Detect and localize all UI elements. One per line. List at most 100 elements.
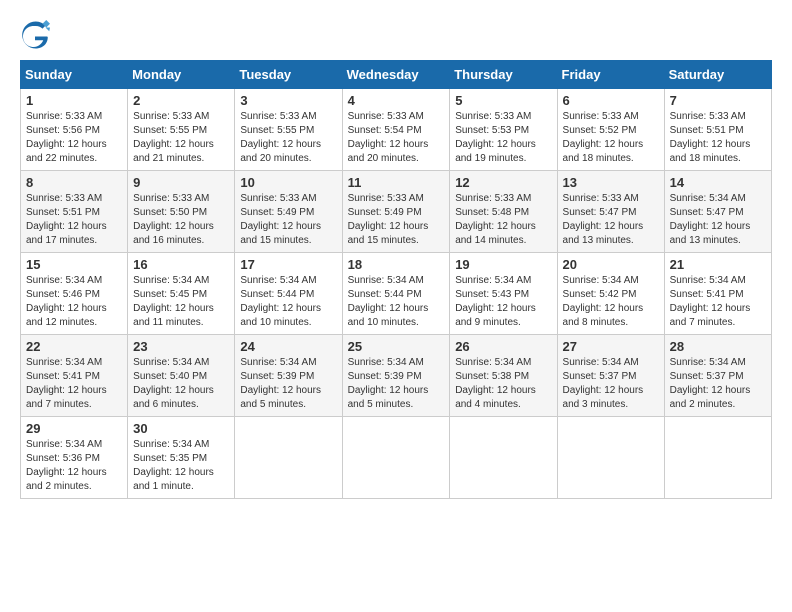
- day-number: 14: [670, 175, 766, 190]
- sunrise-text: Sunrise: 5:34 AM: [670, 356, 766, 370]
- calendar-body: 1 Sunrise: 5:33 AMSunset: 5:56 PMDaylight…: [21, 89, 772, 499]
- sunrise-text: Sunrise: 5:34 AM: [455, 274, 551, 288]
- daylight-text: Daylight: 12 hours and 14 minutes.: [455, 220, 551, 248]
- calendar-day-cell: 20Sunrise: 5:34 AMSunset: 5:42 PMDayligh…: [557, 253, 664, 335]
- day-info: Sunrise: 5:34 AMSunset: 5:44 PMDaylight:…: [240, 274, 336, 330]
- day-info: Sunrise: 5:33 AMSunset: 5:49 PMDaylight:…: [240, 192, 336, 248]
- calendar-day-cell: 23Sunrise: 5:34 AMSunset: 5:40 PMDayligh…: [128, 335, 235, 417]
- day-number: 19: [455, 257, 551, 272]
- sunrise-text: Sunrise: 5:33 AM: [26, 110, 122, 124]
- daylight-text: Daylight: 12 hours and 18 minutes.: [670, 138, 766, 166]
- sunrise-text: Sunrise: 5:33 AM: [563, 192, 659, 206]
- calendar-day-cell: 17Sunrise: 5:34 AMSunset: 5:44 PMDayligh…: [235, 253, 342, 335]
- calendar-day-cell: 29Sunrise: 5:34 AMSunset: 5:36 PMDayligh…: [21, 417, 128, 499]
- day-info: Sunrise: 5:34 AMSunset: 5:37 PMDaylight:…: [670, 356, 766, 412]
- calendar-day-cell: 28 Sunrise: 5:34 AMSunset: 5:37 PMDayligh…: [664, 335, 771, 417]
- day-number: 22: [26, 339, 122, 354]
- daylight-text: Daylight: 12 hours and 1 minute.: [133, 466, 229, 494]
- day-number: 13: [563, 175, 659, 190]
- day-number: 21: [670, 257, 766, 272]
- sunrise-text: Sunrise: 5:33 AM: [348, 110, 445, 124]
- sunrise-text: Sunrise: 5:33 AM: [670, 110, 766, 124]
- daylight-text: Daylight: 12 hours and 3 minutes.: [563, 384, 659, 412]
- day-number: 27: [563, 339, 659, 354]
- daylight-text: Daylight: 12 hours and 7 minutes.: [26, 384, 122, 412]
- logo: [20, 20, 54, 50]
- daylight-text: Daylight: 12 hours and 6 minutes.: [133, 384, 229, 412]
- calendar-day-cell: 18 Sunrise: 5:34 AMSunset: 5:44 PMDayligh…: [342, 253, 450, 335]
- calendar-day-cell: 8Sunrise: 5:33 AMSunset: 5:51 PMDaylight…: [21, 171, 128, 253]
- calendar-day-cell: 14 Sunrise: 5:34 AMSunset: 5:47 PMDayligh…: [664, 171, 771, 253]
- sunset-text: Sunset: 5:53 PM: [455, 124, 551, 138]
- calendar-day-cell: 11Sunrise: 5:33 AMSunset: 5:49 PMDayligh…: [342, 171, 450, 253]
- calendar-day-cell: 10Sunrise: 5:33 AMSunset: 5:49 PMDayligh…: [235, 171, 342, 253]
- empty-cell: [557, 417, 664, 499]
- daylight-text: Daylight: 12 hours and 4 minutes.: [455, 384, 551, 412]
- day-header-thursday: Thursday: [450, 61, 557, 89]
- day-number: 25: [348, 339, 445, 354]
- day-number: 6: [563, 93, 659, 108]
- sunrise-text: Sunrise: 5:33 AM: [133, 110, 229, 124]
- sunrise-text: Sunrise: 5:33 AM: [348, 192, 445, 206]
- calendar-week-row: 22Sunrise: 5:34 AMSunset: 5:41 PMDayligh…: [21, 335, 772, 417]
- daylight-text: Daylight: 12 hours and 7 minutes.: [670, 302, 766, 330]
- sunrise-text: Sunrise: 5:34 AM: [133, 438, 229, 452]
- sunset-text: Sunset: 5:36 PM: [26, 452, 122, 466]
- day-number: 20: [563, 257, 659, 272]
- day-info: Sunrise: 5:34 AMSunset: 5:38 PMDaylight:…: [455, 356, 551, 412]
- sunset-text: Sunset: 5:37 PM: [670, 370, 766, 384]
- day-info: Sunrise: 5:33 AMSunset: 5:54 PMDaylight:…: [348, 110, 445, 166]
- day-info: Sunrise: 5:33 AMSunset: 5:52 PMDaylight:…: [563, 110, 659, 166]
- day-info: Sunrise: 5:33 AMSunset: 5:50 PMDaylight:…: [133, 192, 229, 248]
- sunset-text: Sunset: 5:49 PM: [240, 206, 336, 220]
- day-header-monday: Monday: [128, 61, 235, 89]
- sunset-text: Sunset: 5:47 PM: [563, 206, 659, 220]
- day-info: Sunrise: 5:34 AMSunset: 5:47 PMDaylight:…: [670, 192, 766, 248]
- day-number: 1: [26, 93, 122, 108]
- calendar-week-row: 8Sunrise: 5:33 AMSunset: 5:51 PMDaylight…: [21, 171, 772, 253]
- calendar-day-cell: 5Sunrise: 5:33 AMSunset: 5:53 PMDaylight…: [450, 89, 557, 171]
- day-number: 12: [455, 175, 551, 190]
- calendar-day-cell: 22Sunrise: 5:34 AMSunset: 5:41 PMDayligh…: [21, 335, 128, 417]
- sunset-text: Sunset: 5:47 PM: [670, 206, 766, 220]
- empty-cell: [235, 417, 342, 499]
- sunrise-text: Sunrise: 5:34 AM: [26, 438, 122, 452]
- sunset-text: Sunset: 5:55 PM: [240, 124, 336, 138]
- sunrise-text: Sunrise: 5:33 AM: [26, 192, 122, 206]
- calendar-table: SundayMondayTuesdayWednesdayThursdayFrid…: [20, 60, 772, 499]
- logo-icon: [20, 20, 50, 50]
- daylight-text: Daylight: 12 hours and 17 minutes.: [26, 220, 122, 248]
- daylight-text: Daylight: 12 hours and 20 minutes.: [348, 138, 445, 166]
- day-number: 5: [455, 93, 551, 108]
- sunset-text: Sunset: 5:48 PM: [455, 206, 551, 220]
- day-number: 16: [133, 257, 229, 272]
- calendar-day-cell: 26Sunrise: 5:34 AMSunset: 5:38 PMDayligh…: [450, 335, 557, 417]
- sunrise-text: Sunrise: 5:34 AM: [563, 356, 659, 370]
- sunrise-text: Sunrise: 5:34 AM: [348, 274, 445, 288]
- sunrise-text: Sunrise: 5:34 AM: [26, 356, 122, 370]
- day-number: 3: [240, 93, 336, 108]
- day-number: 2: [133, 93, 229, 108]
- day-number: 18: [348, 257, 445, 272]
- sunset-text: Sunset: 5:42 PM: [563, 288, 659, 302]
- daylight-text: Daylight: 12 hours and 9 minutes.: [455, 302, 551, 330]
- sunset-text: Sunset: 5:55 PM: [133, 124, 229, 138]
- daylight-text: Daylight: 12 hours and 2 minutes.: [26, 466, 122, 494]
- sunset-text: Sunset: 5:39 PM: [348, 370, 445, 384]
- day-header-sunday: Sunday: [21, 61, 128, 89]
- day-number: 7: [670, 93, 766, 108]
- calendar-day-cell: 27Sunrise: 5:34 AMSunset: 5:37 PMDayligh…: [557, 335, 664, 417]
- day-number: 28: [670, 339, 766, 354]
- sunrise-text: Sunrise: 5:34 AM: [670, 274, 766, 288]
- day-info: Sunrise: 5:34 AMSunset: 5:36 PMDaylight:…: [26, 438, 122, 494]
- sunrise-text: Sunrise: 5:33 AM: [133, 192, 229, 206]
- day-info: Sunrise: 5:34 AMSunset: 5:44 PMDaylight:…: [348, 274, 445, 330]
- day-info: Sunrise: 5:33 AMSunset: 5:56 PMDaylight:…: [26, 110, 122, 166]
- calendar-day-cell: 9Sunrise: 5:33 AMSunset: 5:50 PMDaylight…: [128, 171, 235, 253]
- calendar-week-row: 15Sunrise: 5:34 AMSunset: 5:46 PMDayligh…: [21, 253, 772, 335]
- daylight-text: Daylight: 12 hours and 12 minutes.: [26, 302, 122, 330]
- calendar-day-cell: 13Sunrise: 5:33 AMSunset: 5:47 PMDayligh…: [557, 171, 664, 253]
- daylight-text: Daylight: 12 hours and 19 minutes.: [455, 138, 551, 166]
- day-number: 30: [133, 421, 229, 436]
- day-info: Sunrise: 5:34 AMSunset: 5:39 PMDaylight:…: [348, 356, 445, 412]
